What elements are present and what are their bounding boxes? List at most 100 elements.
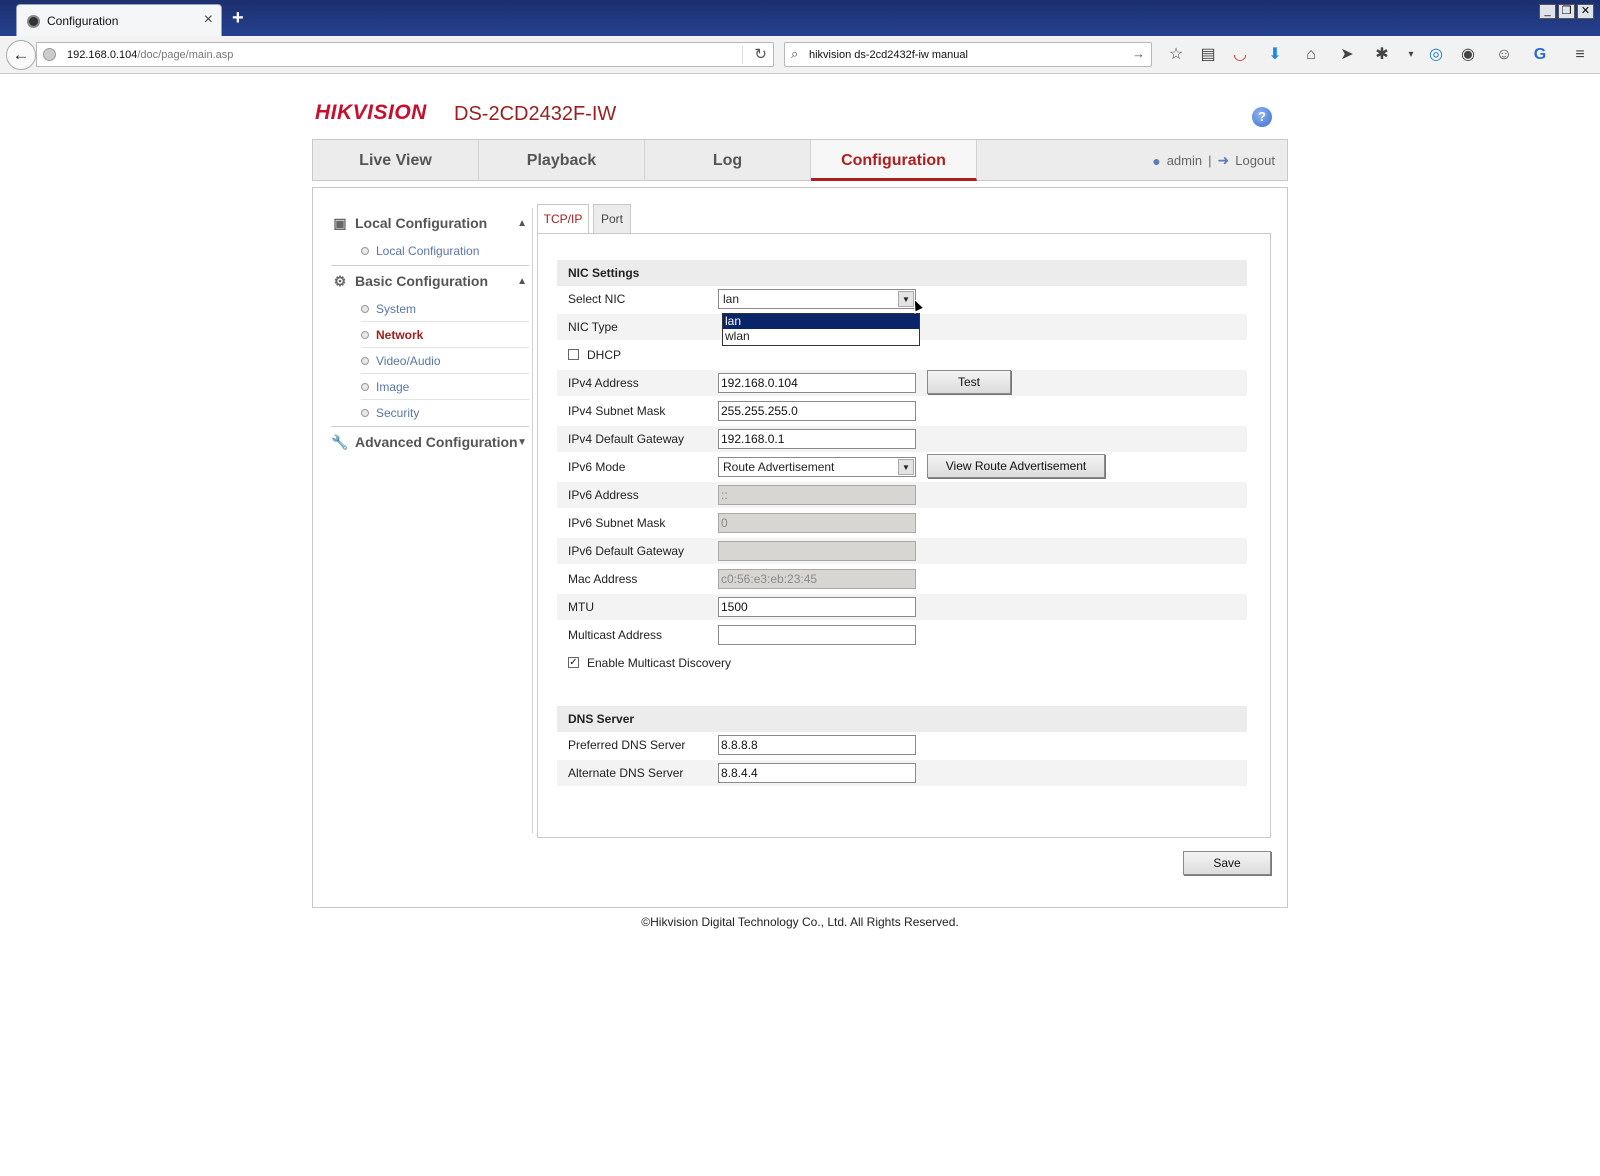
- monitor-icon: ▣: [333, 214, 347, 231]
- select-nic-dropdown[interactable]: lan ▼: [718, 289, 916, 309]
- alternate-dns-label: Alternate DNS Server: [568, 766, 684, 780]
- pocket-icon[interactable]: ◡: [1230, 45, 1250, 65]
- url-separator: [742, 46, 743, 64]
- multicast-discovery-checkbox[interactable]: ✓: [568, 657, 579, 668]
- sidebar-advanced-configuration[interactable]: 🔧 Advanced Configuration ▼: [331, 429, 529, 455]
- sidebar-item-security[interactable]: Security: [361, 400, 529, 426]
- test-button[interactable]: Test: [927, 370, 1011, 394]
- sidebar-item-video-audio[interactable]: Video/Audio: [361, 348, 529, 374]
- back-button[interactable]: ←: [6, 40, 36, 70]
- sync-icon[interactable]: ◎: [1426, 45, 1446, 65]
- ipv4-subnet-mask-input[interactable]: [718, 401, 916, 421]
- nav-live-view[interactable]: Live View: [313, 140, 479, 181]
- url-host: 192.168.0.104: [67, 49, 138, 61]
- ipv6-mode-label: IPv6 Mode: [568, 460, 626, 474]
- nic-option-wlan[interactable]: wlan: [723, 329, 919, 344]
- multicast-address-input[interactable]: [718, 625, 916, 645]
- chevron-down-icon: ▼: [517, 436, 527, 448]
- sidebar-basic-configuration-label: Basic Configuration: [355, 273, 489, 289]
- select-nic-options: lan wlan: [722, 313, 920, 346]
- history-icon[interactable]: ◉: [1458, 45, 1478, 65]
- logout-link[interactable]: Logout: [1235, 153, 1275, 168]
- ipv6-mode-value: Route Advertisement: [723, 460, 835, 474]
- tab-port[interactable]: Port: [593, 204, 631, 233]
- menu-icon[interactable]: ≡: [1570, 45, 1590, 65]
- browser-tab[interactable]: Configuration ×: [16, 4, 222, 36]
- preferred-dns-input[interactable]: [718, 735, 916, 755]
- logout-icon[interactable]: ➜: [1218, 152, 1230, 169]
- download-icon[interactable]: ⬇: [1265, 45, 1285, 65]
- select-nic-value: lan: [723, 292, 740, 306]
- sidebar-basic-configuration[interactable]: ⚙ Basic Configuration ▲: [331, 268, 529, 294]
- ipv4-address-label: IPv4 Address: [568, 376, 639, 390]
- sidebar-item-label: Video/Audio: [376, 353, 441, 368]
- bookmark-star-icon[interactable]: ☆: [1166, 45, 1186, 65]
- chevron-up-icon: ▲: [517, 275, 527, 287]
- sidebar-divider: [331, 265, 529, 266]
- save-button[interactable]: Save: [1183, 851, 1271, 875]
- dhcp-checkbox[interactable]: [568, 349, 579, 360]
- extension-icon[interactable]: ✱: [1372, 45, 1392, 65]
- tab-close-icon[interactable]: ×: [204, 11, 213, 29]
- nic-settings-heading: NIC Settings: [557, 260, 1247, 286]
- ipv6-gateway-label: IPv6 Default Gateway: [568, 544, 685, 558]
- bullet-icon: [361, 247, 369, 255]
- sidebar-local-configuration[interactable]: ▣ Local Configuration ▲: [331, 210, 529, 236]
- tab-tcp-ip[interactable]: TCP/IP: [537, 204, 589, 234]
- url-bar[interactable]: 192.168.0.104/doc/page/main.asp ↻: [36, 42, 774, 67]
- nav-playback[interactable]: Playback: [479, 140, 645, 181]
- send-icon[interactable]: ➤: [1337, 45, 1357, 65]
- restore-button[interactable]: ❐: [1558, 4, 1575, 19]
- sidebar-item-label: Image: [376, 379, 410, 394]
- alternate-dns-input[interactable]: [718, 763, 916, 783]
- mtu-input[interactable]: [718, 597, 916, 617]
- ipv6-address-label: IPv6 Address: [568, 488, 639, 502]
- sidebar-item-network[interactable]: Network: [361, 322, 529, 348]
- ipv6-mode-dropdown[interactable]: Route Advertisement ▼: [718, 457, 916, 477]
- sidebar-vertical-divider: [532, 208, 533, 833]
- search-go-icon[interactable]: →: [1132, 46, 1145, 61]
- sidebar-item-image[interactable]: Image: [361, 374, 529, 400]
- ipv6-subnet-mask-input: [718, 513, 916, 533]
- new-tab-button[interactable]: +: [232, 7, 244, 30]
- ipv4-gateway-input[interactable]: [718, 429, 916, 449]
- sidebar-item-system[interactable]: System: [361, 296, 529, 322]
- ipv4-address-input[interactable]: [718, 373, 916, 393]
- nav-configuration[interactable]: Configuration: [811, 140, 977, 181]
- mac-address-row: Mac Address: [557, 566, 1247, 592]
- home-icon[interactable]: ⌂: [1301, 45, 1321, 65]
- site-info-icon[interactable]: [43, 48, 56, 61]
- reading-list-icon[interactable]: ▤: [1198, 45, 1218, 65]
- help-icon[interactable]: ?: [1252, 107, 1272, 127]
- bullet-icon: [361, 304, 369, 313]
- minimize-button[interactable]: _: [1539, 4, 1556, 19]
- search-icon: ⌕: [791, 46, 799, 61]
- dropdown-icon[interactable]: ▾: [1401, 45, 1421, 65]
- sidebar-item-local-configuration[interactable]: Local Configuration: [361, 238, 529, 264]
- nav-log[interactable]: Log: [645, 140, 811, 181]
- wrench-icon: 🔧: [331, 433, 349, 450]
- search-bar[interactable]: ⌕ hikvision ds-2cd2432f-iw manual →: [784, 42, 1152, 67]
- dns-server-heading: DNS Server: [557, 706, 1247, 732]
- preferred-dns-row: Preferred DNS Server: [557, 732, 1247, 758]
- sidebar-item-label: Local Configuration: [376, 244, 480, 258]
- translate-icon[interactable]: G: [1530, 45, 1550, 65]
- main-nav: Live View Playback Log Configuration ● a…: [312, 139, 1288, 181]
- multicast-address-label: Multicast Address: [568, 628, 663, 642]
- search-input[interactable]: hikvision ds-2cd2432f-iw manual: [809, 49, 968, 61]
- chat-icon[interactable]: ☺: [1494, 45, 1514, 65]
- bullet-icon: [361, 382, 369, 391]
- browser-titlebar: Configuration × + _ ❐ ✕: [0, 0, 1600, 36]
- url-text: 192.168.0.104/doc/page/main.asp: [67, 49, 233, 61]
- tab-title: Configuration: [47, 14, 119, 28]
- window-controls: _ ❐ ✕: [1539, 4, 1594, 19]
- nic-type-label: NIC Type: [568, 320, 618, 334]
- ipv4-gateway-label: IPv4 Default Gateway: [568, 432, 685, 446]
- close-window-button[interactable]: ✕: [1577, 4, 1594, 19]
- username: admin: [1166, 153, 1203, 168]
- nic-option-lan[interactable]: lan: [723, 314, 919, 329]
- reload-icon[interactable]: ↻: [754, 45, 767, 63]
- ipv4-subnet-mask-label: IPv4 Subnet Mask: [568, 404, 666, 418]
- mac-address-input: [718, 569, 916, 589]
- view-route-advertisement-button[interactable]: View Route Advertisement: [927, 454, 1105, 478]
